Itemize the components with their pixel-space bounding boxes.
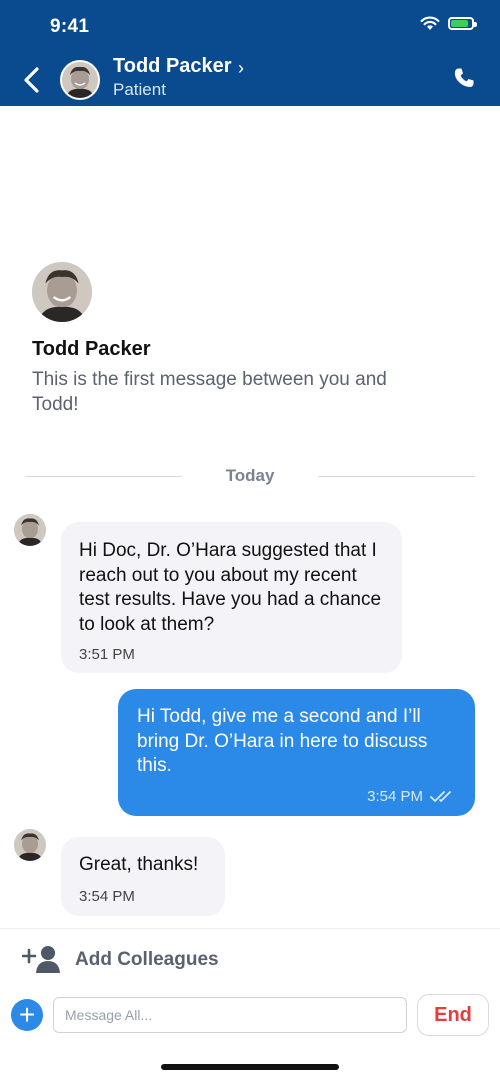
wifi-icon xyxy=(420,16,440,30)
message-text: Great, thanks! xyxy=(79,854,199,875)
intro-name: Todd Packer xyxy=(32,338,151,360)
chevron-right-icon[interactable]: › xyxy=(238,58,244,79)
contact-name[interactable]: Todd Packer xyxy=(113,55,232,78)
message-time: 3:51 PM xyxy=(79,646,135,663)
message-time: 3:54 PM xyxy=(79,888,135,905)
avatar-photo-icon xyxy=(32,262,92,322)
contact-role: Patient xyxy=(113,80,166,99)
status-icons xyxy=(420,16,477,31)
avatar-photo-icon xyxy=(14,829,46,861)
message-text: Hi Doc, Dr. O’Hara suggested that I reac… xyxy=(79,540,382,635)
battery-fill xyxy=(451,20,468,27)
message-bubble-outgoing[interactable]: Hi Todd, give me a second and I’ll bring… xyxy=(118,689,475,816)
avatar-photo-icon xyxy=(14,514,46,546)
add-person-icon xyxy=(22,946,60,973)
phone-icon[interactable] xyxy=(452,66,476,90)
message-avatar xyxy=(14,829,46,861)
message-input[interactable] xyxy=(53,997,407,1033)
intro-avatar xyxy=(32,262,92,322)
nav-header: 9:41 Todd Packer › Patient xyxy=(0,0,500,106)
divider-line-right xyxy=(318,476,475,477)
header-avatar[interactable] xyxy=(60,60,100,100)
back-chevron-icon[interactable] xyxy=(20,66,44,94)
message-avatar xyxy=(14,514,46,546)
avatar-photo-icon xyxy=(62,62,98,98)
battery-icon xyxy=(448,17,477,30)
add-colleagues-bar[interactable]: Add Colleagues xyxy=(0,928,500,992)
plus-icon[interactable]: + xyxy=(11,999,43,1031)
double-check-icon xyxy=(430,791,451,802)
message-time: 3:54 PM xyxy=(367,788,423,805)
end-button[interactable]: End xyxy=(417,994,489,1036)
message-composer: + End xyxy=(0,991,500,1080)
message-bubble-incoming[interactable]: Hi Doc, Dr. O’Hara suggested that I reac… xyxy=(61,522,402,673)
home-indicator xyxy=(161,1064,339,1070)
status-time: 9:41 xyxy=(50,16,90,37)
message-bubble-incoming[interactable]: Great, thanks! 3:54 PM xyxy=(61,837,225,916)
message-text: Hi Todd, give me a second and I’ll bring… xyxy=(137,706,428,776)
add-colleagues-label[interactable]: Add Colleagues xyxy=(75,949,219,971)
intro-text: This is the first message between you an… xyxy=(32,369,387,415)
